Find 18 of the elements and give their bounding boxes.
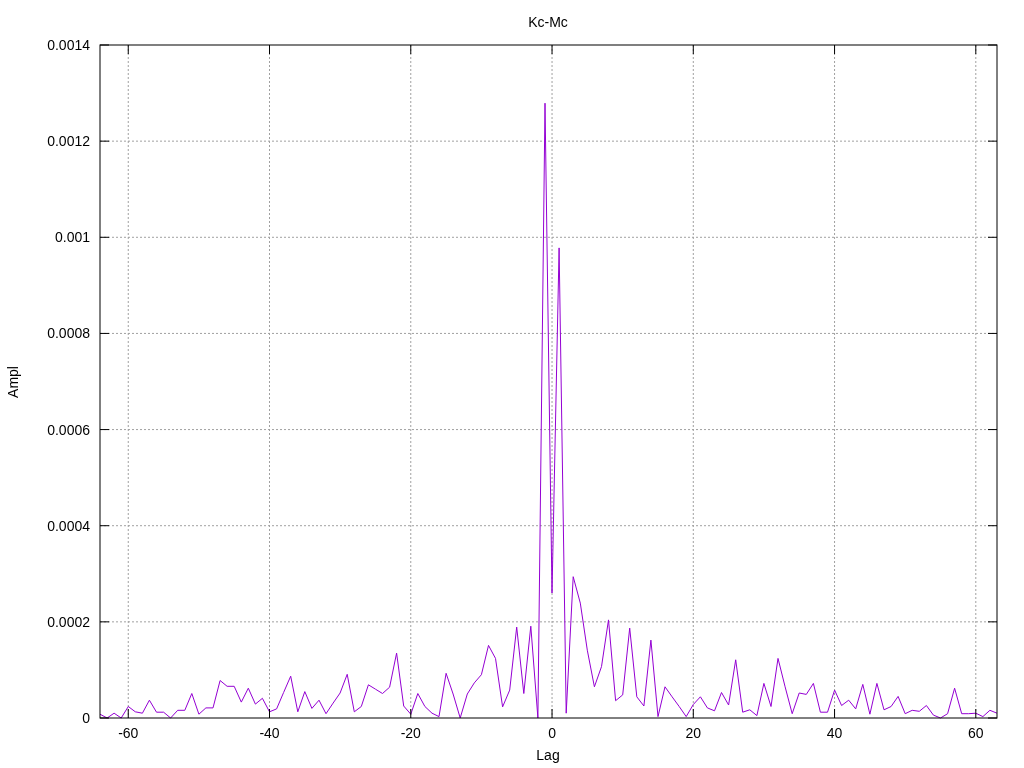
x-tick-label: -40 xyxy=(259,725,280,741)
x-axis-label: Lag xyxy=(536,747,560,763)
y-tick-label: 0.0014 xyxy=(47,37,90,53)
y-tick-label: 0.0008 xyxy=(47,325,90,342)
x-tick-label: 20 xyxy=(685,725,702,741)
y-tick-label: 0.0006 xyxy=(47,421,90,438)
y-tick-label: 0 xyxy=(82,710,90,726)
y-tick-label: 0.001 xyxy=(54,229,90,246)
y-axis-label: Ampl xyxy=(5,366,21,398)
chart-title: Kc-Mc xyxy=(528,14,568,30)
x-tick-label: 0 xyxy=(548,725,556,741)
y-tick-label: 0.0012 xyxy=(47,133,90,150)
x-tick-label: -60 xyxy=(118,725,139,741)
y-tick-label: 0.0004 xyxy=(47,517,90,534)
x-tick-label: 40 xyxy=(826,725,843,741)
x-tick-label: 60 xyxy=(968,725,984,741)
x-tick-label: -20 xyxy=(400,725,421,741)
y-tick-label: 0.0002 xyxy=(47,613,90,630)
